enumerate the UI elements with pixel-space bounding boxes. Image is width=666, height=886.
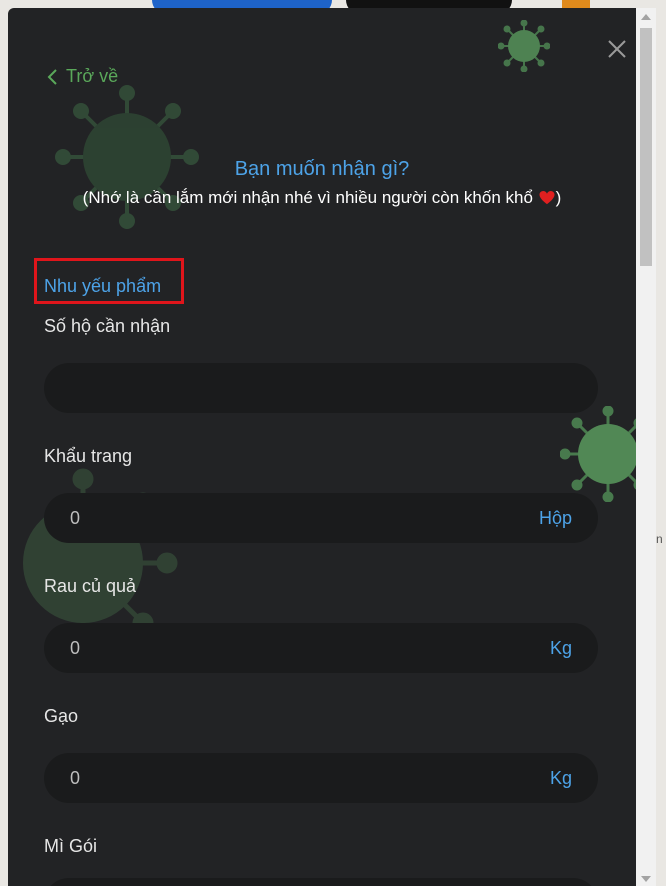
virus-icon [498, 20, 550, 72]
noodles-input[interactable] [44, 878, 598, 886]
back-label: Trở về [66, 66, 119, 86]
rice-input[interactable]: 0 Kg [44, 753, 598, 803]
heart-icon [539, 190, 555, 205]
virus-icon [560, 406, 636, 502]
vegetables-value: 0 [70, 637, 81, 658]
request-modal: Trở về Bạn muốn nhận gì? (Nhớ là cần lắm… [8, 8, 636, 886]
field-label-vegetables: Rau củ quả [44, 576, 137, 596]
field-label-masks: Khẩu trang [44, 446, 133, 466]
subtitle-text: (Nhớ là cần lắm mới nhận nhé vì nhiều ng… [82, 188, 538, 207]
masks-unit: Hộp [538, 507, 572, 528]
scroll-up-icon[interactable] [641, 14, 651, 20]
masks-value: 0 [70, 507, 81, 528]
background-text: n [656, 532, 663, 546]
background-accent [562, 0, 590, 8]
vegetables-unit: Kg [549, 637, 572, 658]
rice-unit: Kg [549, 767, 572, 788]
modal-scrollbar[interactable] [636, 8, 656, 886]
back-chevron-icon [47, 68, 57, 85]
close-icon[interactable] [606, 38, 628, 60]
masks-input[interactable]: 0 Hộp [44, 493, 598, 543]
back-link[interactable]: Trở về [46, 66, 118, 87]
scrollbar-thumb[interactable] [640, 28, 652, 266]
vegetables-input[interactable]: 0 Kg [44, 623, 598, 673]
field-label-rice: Gạo [44, 706, 79, 726]
field-label-households: Số hộ cần nhận [44, 316, 171, 336]
section-title: Nhu yếu phẩm [44, 276, 162, 296]
households-input[interactable] [44, 363, 598, 413]
field-label-noodles: Mì Gói [44, 836, 98, 856]
rice-value: 0 [70, 767, 81, 788]
page-title: Bạn muốn nhận gì? [234, 158, 410, 180]
scroll-down-icon[interactable] [641, 876, 651, 882]
virus-icon [55, 85, 199, 229]
subtitle-end: ) [555, 188, 562, 207]
page-subtitle: (Nhớ là cần lắm mới nhận nhé vì nhiều ng… [8, 188, 636, 208]
